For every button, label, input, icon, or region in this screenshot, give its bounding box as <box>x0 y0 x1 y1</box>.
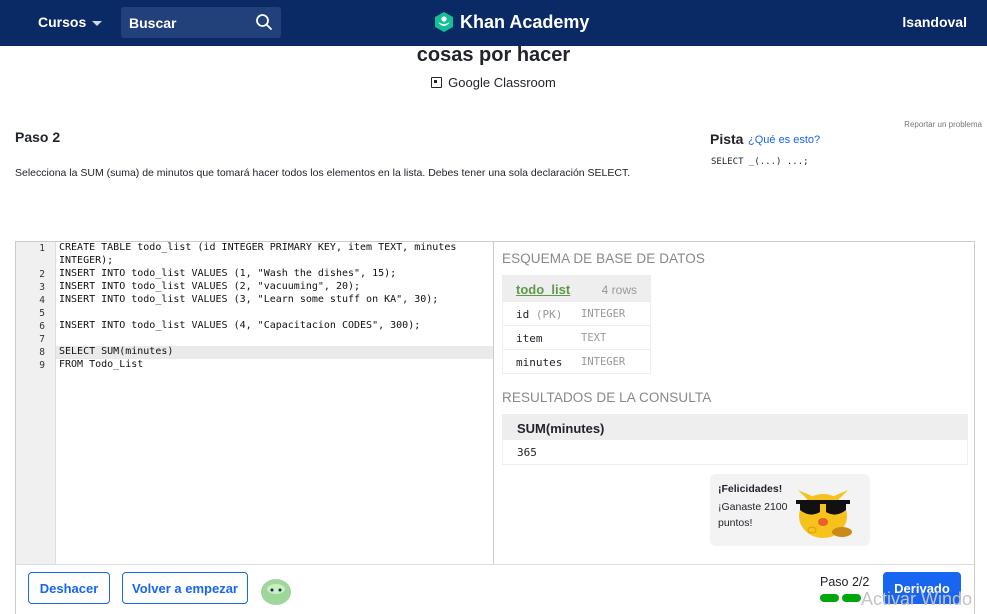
schema-column-row: item TEXT <box>503 325 650 349</box>
code-line: INSERT INTO todo_list VALUES (4, "Capaci… <box>59 320 421 331</box>
brand-name: Khan Academy <box>460 11 590 32</box>
page-title: cosas por hacer <box>416 44 571 66</box>
column-name: minutes <box>516 356 563 369</box>
schema-row-count: 4 rows <box>601 283 637 297</box>
top-nav: Cursos Buscar Khan Academy lsandoval <box>0 0 987 46</box>
line-number: 6 <box>39 321 45 332</box>
code-editor[interactable]: 1 2 3 4 5 6 7 8 9 CREATE TABLE todo_list… <box>16 242 494 564</box>
line-number: 9 <box>39 360 45 371</box>
line-number: 5 <box>39 308 45 319</box>
column-name: item <box>516 332 543 345</box>
column-type: INTEGER <box>581 356 626 368</box>
google-classroom-link[interactable]: Google Classroom <box>0 75 987 90</box>
undo-button[interactable]: Deshacer <box>28 572 110 604</box>
khan-logo[interactable]: Khan Academy <box>433 11 589 33</box>
activation-watermark: Activar Windo <box>861 589 973 609</box>
sunglasses-mascot-icon <box>796 490 852 538</box>
progress-segment <box>820 594 839 602</box>
code-line: INSERT INTO todo_list VALUES (3, "Learn … <box>59 294 439 305</box>
hint-code: SELECT _(...) ...; <box>711 157 809 167</box>
search-icon[interactable] <box>255 13 273 31</box>
line-number: 2 <box>39 269 45 280</box>
courses-menu[interactable]: Cursos <box>38 14 103 30</box>
results-cell: 365 <box>517 446 537 459</box>
line-number: 4 <box>39 295 45 306</box>
code-line: CREATE TABLE todo_list (id INTEGER PRIMA… <box>59 242 457 253</box>
line-number: 7 <box>39 334 45 345</box>
schema-column-row: minutes INTEGER <box>503 349 650 373</box>
schema-table: todo_list 4 rows id (PK) INTEGER item TE… <box>502 275 651 374</box>
schema-table-name[interactable]: todo_list <box>516 282 570 297</box>
chevron-down-icon <box>92 20 103 26</box>
column-name: id (PK) <box>516 308 563 321</box>
search-box[interactable]: Buscar <box>121 7 281 38</box>
courses-label: Cursos <box>38 14 87 30</box>
restart-button[interactable]: Volver a empezar <box>122 572 248 604</box>
search-input[interactable]: Buscar <box>129 15 176 31</box>
step-instructions: Selecciona la SUM (suma) de minutos que … <box>15 167 631 179</box>
column-type: TEXT <box>581 332 607 344</box>
code-line: INSERT INTO todo_list VALUES (2, "vacuum… <box>59 281 361 292</box>
congrats-title: ¡Felicidades! <box>718 483 783 495</box>
classroom-label: Google Classroom <box>448 75 556 90</box>
sql-workspace: 1 2 3 4 5 6 7 8 9 CREATE TABLE todo_list… <box>15 241 975 614</box>
schema-column-row: id (PK) INTEGER <box>503 301 650 325</box>
step-counter: Paso 2/2 <box>820 575 870 589</box>
user-menu[interactable]: lsandoval <box>902 14 967 30</box>
hint-what-is-this-link[interactable]: ¿Qué es esto? <box>748 134 820 146</box>
line-number: 1 <box>39 243 45 254</box>
step-title: Paso 2 <box>15 129 61 145</box>
congrats-message: ¡Ganaste 2100 puntos! <box>718 501 788 529</box>
hint-title: Pista <box>710 131 744 147</box>
report-problem-link[interactable]: Reportar un problema <box>904 120 982 129</box>
line-gutter: 1 2 3 4 5 6 7 8 9 <box>16 242 56 564</box>
line-number: 3 <box>39 282 45 293</box>
classroom-icon <box>431 77 443 88</box>
results-column-header: SUM(minutes) <box>503 415 967 440</box>
schema-table-header: todo_list 4 rows <box>503 276 650 301</box>
results-table: SUM(minutes) 365 <box>502 414 968 465</box>
step-progress <box>820 594 861 602</box>
schema-heading: ESQUEMA DE BASE DE DATOS <box>502 251 705 266</box>
code-line: SELECT SUM(minutes) <box>59 346 174 357</box>
results-heading: RESULTADOS DE LA CONSULTA <box>502 390 712 405</box>
khan-leaf-icon <box>435 12 453 32</box>
code-line: FROM Todo_List <box>59 359 144 370</box>
column-type: INTEGER <box>581 308 626 320</box>
code-line: INSERT INTO todo_list VALUES (1, "Wash t… <box>59 268 397 279</box>
progress-segment <box>842 594 861 602</box>
code-line: INTEGER); <box>59 255 114 266</box>
congrats-card: ¡Felicidades! ¡Ganaste 2100 puntos! <box>710 474 870 546</box>
blob-avatar-icon <box>261 579 291 605</box>
line-number: 8 <box>39 347 45 358</box>
